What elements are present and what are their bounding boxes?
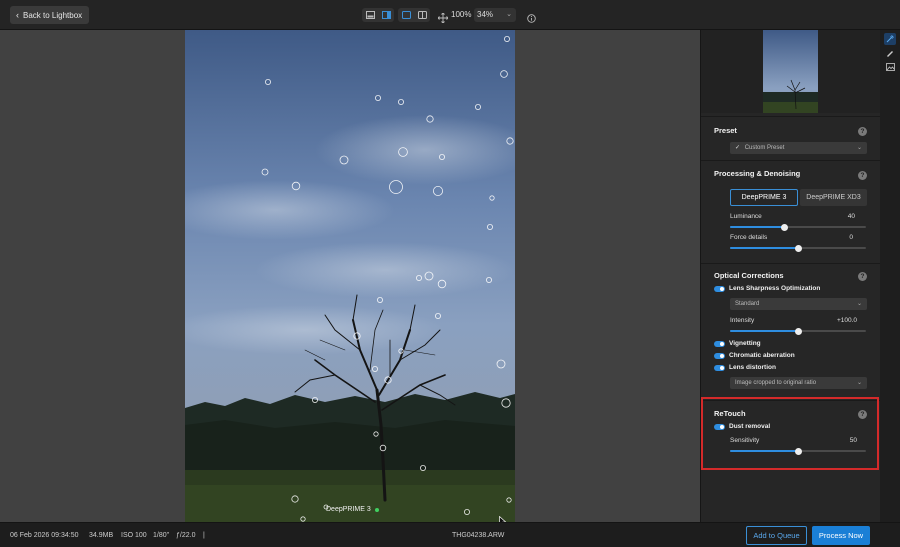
back-to-lightbox-button[interactable]: ‹ Back to Lightbox xyxy=(10,6,90,24)
preset-section: Preset ? ✓ Custom Preset ⌄ xyxy=(701,116,881,156)
back-label: Back to Lightbox xyxy=(23,10,83,20)
tool-strip xyxy=(880,30,900,522)
processing-overlay-label: DeepPRIME 3 xyxy=(326,506,379,513)
settings-tool-icon[interactable] xyxy=(884,33,896,45)
optical-title: Optical Corrections xyxy=(714,271,784,280)
force-details-value[interactable]: 0 xyxy=(813,234,853,241)
status-dot xyxy=(374,507,379,512)
luminance-fill xyxy=(730,226,785,228)
retouch-highlight-box xyxy=(701,397,879,470)
compare-toggle-group xyxy=(398,8,430,22)
top-toolbar: ‹ Back to Lightbox 100% 34% ⌄ xyxy=(0,0,900,30)
processing-title: Processing & Denoising xyxy=(714,169,801,178)
image-tool-icon[interactable] xyxy=(884,61,896,73)
intensity-fill xyxy=(730,330,798,332)
brush-tool-icon[interactable] xyxy=(884,47,896,59)
denoise-mode-toggle: DeepPRIME 3 DeepPRIME XD3 xyxy=(730,189,867,206)
chevron-down-icon: ⌄ xyxy=(856,145,862,151)
zoom-fit-button[interactable]: 100% xyxy=(451,10,471,19)
chevron-down-icon: ⌄ xyxy=(506,11,512,18)
preset-value: Custom Preset xyxy=(744,145,785,151)
luminance-slider[interactable] xyxy=(730,223,866,231)
luminance-label: Luminance xyxy=(730,213,762,220)
navigator xyxy=(701,30,881,113)
vignetting-toggle[interactable] xyxy=(714,340,725,347)
chromatic-toggle[interactable] xyxy=(714,352,725,359)
pan-icon[interactable] xyxy=(437,10,449,28)
process-now-button[interactable]: Process Now xyxy=(812,526,870,545)
intensity-slider[interactable] xyxy=(730,327,866,335)
navigator-thumbnail[interactable] xyxy=(763,30,818,113)
chromatic-label: Chromatic aberration xyxy=(729,352,795,359)
mode-deepprime3-button[interactable]: DeepPRIME 3 xyxy=(730,189,798,206)
aperture-value: ƒ/22.0 xyxy=(176,532,196,539)
distortion-mode-value: Image cropped to original ratio xyxy=(735,380,817,386)
sharpness-mode-value: Standard xyxy=(735,301,760,307)
chevron-down-icon: ⌄ xyxy=(856,301,862,307)
distortion-label: Lens distortion xyxy=(729,364,776,371)
lens-sharpness-label: Lens Sharpness Optimization xyxy=(729,285,821,292)
processing-help-icon[interactable]: ? xyxy=(858,171,867,180)
sharpness-mode-select[interactable]: Standard ⌄ xyxy=(730,298,867,310)
distortion-mode-select[interactable]: Image cropped to original ratio ⌄ xyxy=(730,377,867,389)
preset-select[interactable]: ✓ Custom Preset ⌄ xyxy=(730,142,867,154)
add-to-queue-button[interactable]: Add to Queue xyxy=(746,526,807,545)
single-view-icon[interactable] xyxy=(362,8,378,22)
chevron-down-icon: ⌄ xyxy=(856,380,862,386)
status-bar: 06 Feb 2026 09:34:50 34.9MB ISO 100 1/80… xyxy=(0,522,900,547)
panel-view-icon[interactable] xyxy=(378,8,394,22)
force-details-fill xyxy=(730,247,798,249)
luminance-value[interactable]: 40 xyxy=(815,213,855,220)
intensity-value[interactable]: +100.0 xyxy=(817,317,857,324)
intensity-label: Intensity xyxy=(730,317,755,324)
force-details-label: Force details xyxy=(730,234,768,241)
mode-deepprime-xd3-button[interactable]: DeepPRIME XD3 xyxy=(800,189,867,206)
file-name: THG04238.ARW xyxy=(452,532,505,539)
lens-sharpness-row: Lens Sharpness Optimization xyxy=(714,285,820,292)
file-size: 34.9MB xyxy=(89,532,114,539)
force-details-slider[interactable] xyxy=(730,244,866,252)
iso-value: ISO 100 xyxy=(121,532,147,539)
info-icon[interactable] xyxy=(527,10,536,28)
luminance-knob[interactable] xyxy=(780,223,788,231)
zoom-level-value: 34% xyxy=(477,10,494,19)
processing-label-text: DeepPRIME 3 xyxy=(326,506,371,513)
intensity-knob[interactable] xyxy=(794,327,802,335)
photo-preview[interactable] xyxy=(185,30,515,522)
capture-date: 06 Feb 2026 09:34:50 xyxy=(10,532,79,539)
zoom-level-select[interactable]: 34% ⌄ xyxy=(474,8,516,22)
lens-sharpness-toggle[interactable] xyxy=(714,285,725,292)
vignetting-label: Vignetting xyxy=(729,340,761,347)
optical-help-icon[interactable]: ? xyxy=(858,272,867,281)
shutter-speed: 1/80" xyxy=(153,532,170,539)
processing-section: Processing & Denoising ? DeepPRIME 3 Dee… xyxy=(701,160,881,256)
distortion-row: Lens distortion xyxy=(714,364,776,371)
separator: | xyxy=(203,532,205,539)
layout-toggle-group xyxy=(362,8,394,22)
chevron-left-icon: ‹ xyxy=(16,9,19,20)
chromatic-row: Chromatic aberration xyxy=(714,352,795,359)
preset-title: Preset xyxy=(714,126,737,135)
split-compare-icon[interactable] xyxy=(414,8,430,22)
check-icon: ✓ xyxy=(735,145,741,151)
distortion-toggle[interactable] xyxy=(714,364,725,371)
force-details-knob[interactable] xyxy=(794,244,802,252)
vignetting-row: Vignetting xyxy=(714,340,761,347)
single-image-icon[interactable] xyxy=(398,8,414,22)
preset-help-icon[interactable]: ? xyxy=(858,127,867,136)
